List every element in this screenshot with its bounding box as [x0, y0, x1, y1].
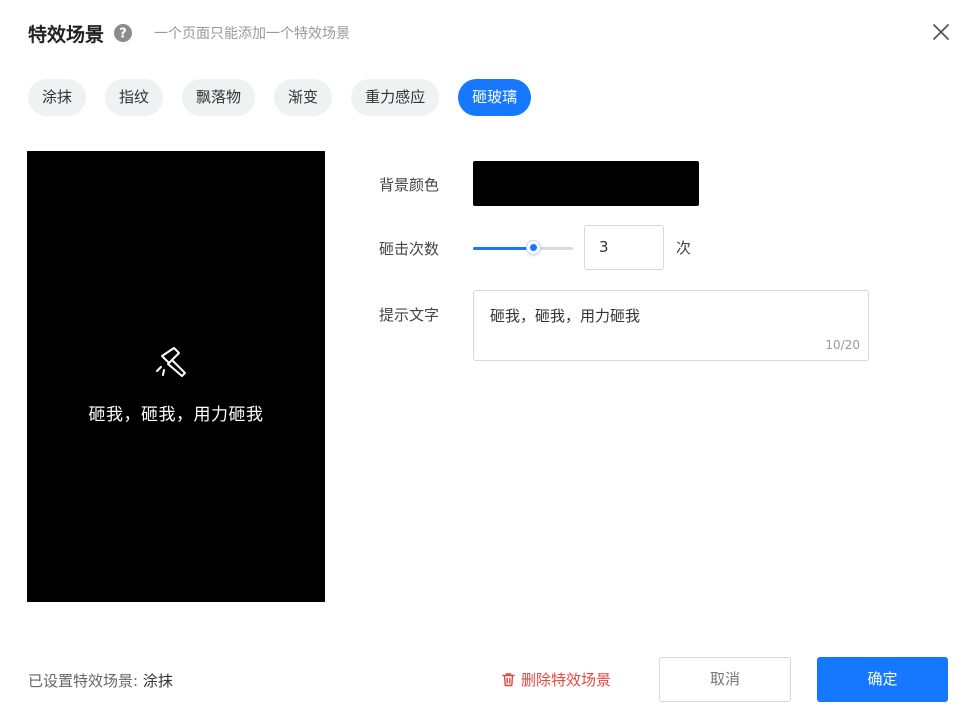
tab-gravity-sensor[interactable]: 重力感应	[351, 79, 440, 116]
tab-gradient[interactable]: 渐变	[274, 79, 333, 116]
bg-color-picker[interactable]	[473, 161, 699, 206]
preview-hint-text: 砸我，砸我，用力砸我	[88, 405, 264, 425]
hint-text-area[interactable]: 砸我，砸我，用力砸我 10/20	[473, 290, 869, 361]
delete-effect-button[interactable]: 删除特效场景	[501, 669, 611, 690]
char-count: 10/20	[825, 338, 860, 352]
hits-label: 砸击次数	[379, 240, 440, 258]
bg-color-label: 背景颜色	[379, 176, 440, 194]
confirm-button[interactable]: 确定	[817, 657, 948, 702]
question-circle-icon[interactable]: ?	[114, 24, 133, 42]
tab-fingerprint[interactable]: 指纹	[105, 79, 164, 116]
dialog-title: 特效场景	[28, 23, 105, 46]
slider-fill	[473, 247, 533, 250]
tab-break-glass[interactable]: 砸玻璃	[458, 79, 532, 116]
close-icon[interactable]	[931, 22, 951, 42]
hint-text-label: 提示文字	[379, 306, 440, 324]
svg-text:?: ?	[119, 27, 127, 42]
status-value: 涂抹	[142, 672, 173, 690]
trash-icon	[502, 673, 515, 687]
hits-unit: 次	[676, 239, 692, 257]
dialog-subtitle: 一个页面只能添加一个特效场景	[154, 26, 351, 42]
hint-text-value: 砸我，砸我，用力砸我	[490, 307, 641, 325]
hammer-icon	[156, 347, 186, 377]
hits-input[interactable]: 3	[584, 225, 664, 270]
effect-tabs: 涂抹 指纹 飘落物 渐变 重力感应 砸玻璃	[28, 79, 550, 116]
hits-slider[interactable]	[473, 238, 573, 258]
cancel-button[interactable]: 取消	[659, 657, 791, 702]
delete-effect-label: 删除特效场景	[521, 671, 612, 689]
tab-falling-objects[interactable]: 飘落物	[182, 79, 256, 116]
configured-effect-status: 已设置特效场景: 涂抹	[28, 670, 173, 691]
tab-smear[interactable]: 涂抹	[28, 79, 87, 116]
status-label: 已设置特效场景:	[28, 672, 139, 690]
dialog-header: 特效场景 ? 一个页面只能添加一个特效场景	[28, 18, 350, 48]
slider-thumb[interactable]	[527, 241, 540, 254]
